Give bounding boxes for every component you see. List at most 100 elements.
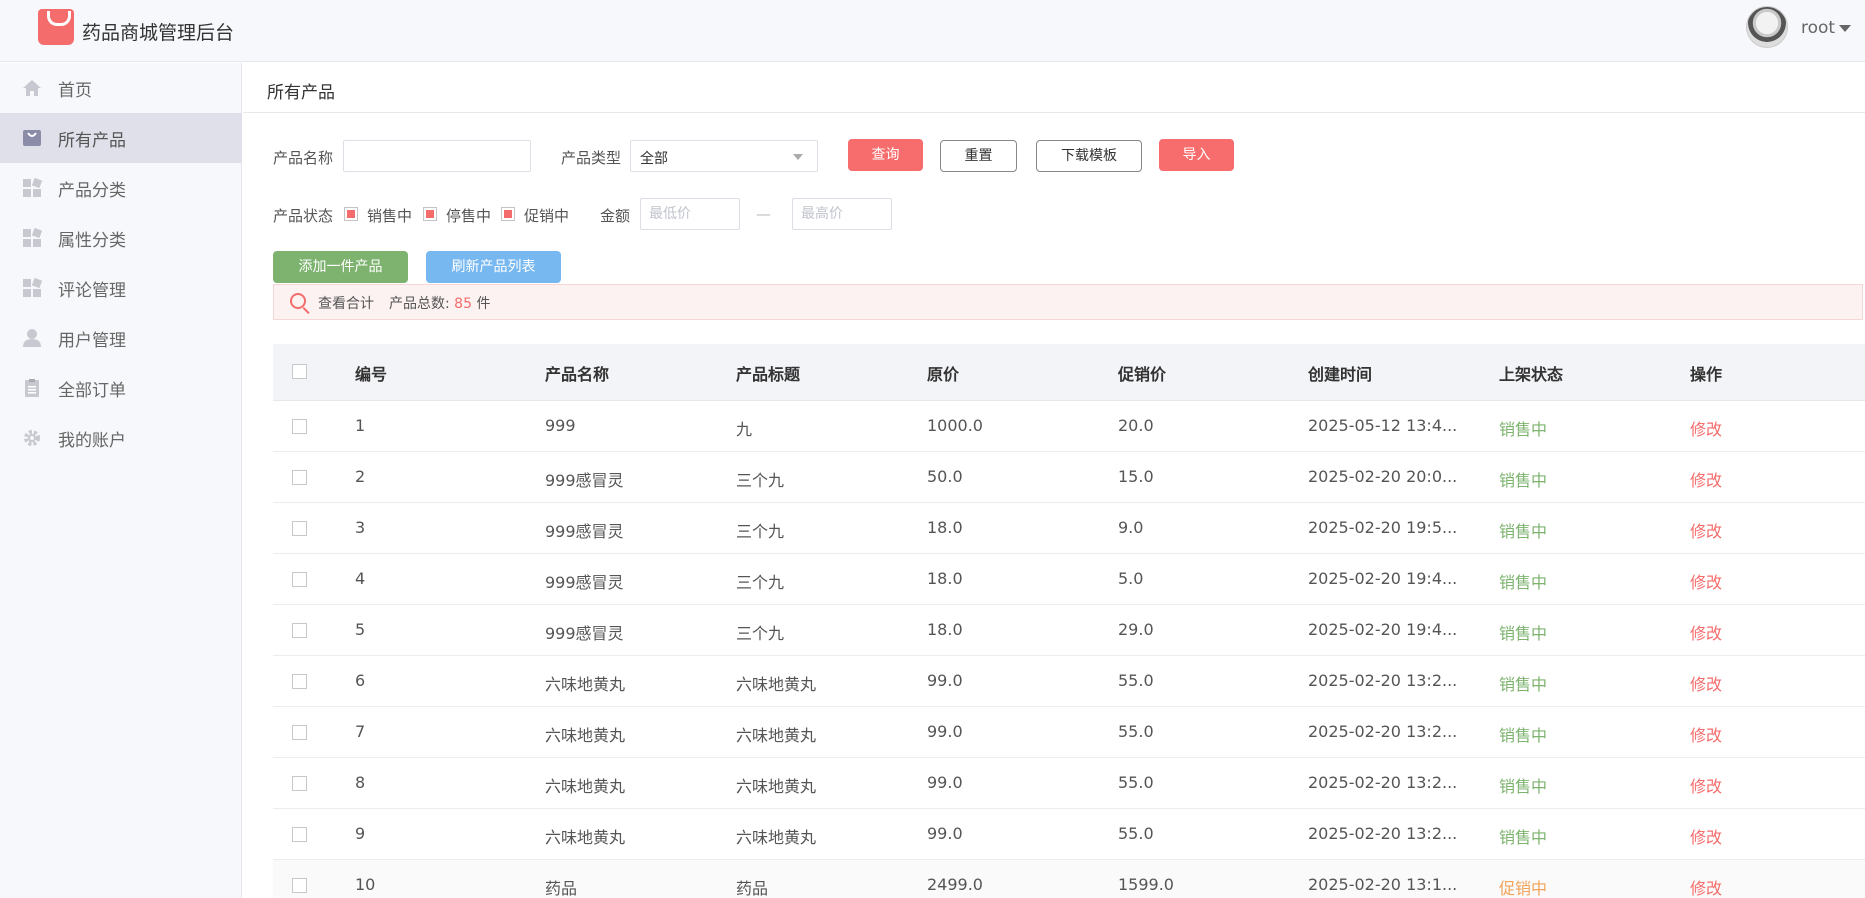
cell-promo-price: 15.0: [1118, 467, 1154, 486]
edit-link[interactable]: 修改: [1690, 875, 1722, 898]
cell-status: 销售中: [1499, 522, 1548, 541]
sidebar-item-all-orders[interactable]: 全部订单: [0, 363, 242, 413]
search-button[interactable]: 查询: [848, 139, 923, 171]
cell-status: 销售中: [1499, 471, 1548, 490]
cell-created: 2025-02-20 19:4...: [1308, 620, 1458, 639]
cell-status: 销售中: [1499, 624, 1548, 643]
cell-price: 99.0: [927, 773, 963, 792]
column-header-name[interactable]: 产品名称: [545, 361, 609, 385]
column-header-created[interactable]: 创建时间: [1308, 361, 1372, 385]
cell-name: 999感冒灵: [545, 471, 624, 490]
refresh-product-list-button[interactable]: 刷新产品列表: [426, 251, 561, 283]
edit-link[interactable]: 修改: [1690, 824, 1722, 848]
column-header-promo-price[interactable]: 促销价: [1118, 361, 1166, 385]
product-name-input[interactable]: [343, 140, 531, 172]
cell-id: 5: [355, 620, 366, 639]
chevron-down-icon[interactable]: [1839, 25, 1851, 32]
cell-price: 99.0: [927, 824, 963, 843]
status-off-sale-checkbox[interactable]: [423, 207, 437, 221]
sidebar-item-home[interactable]: 首页: [0, 63, 242, 113]
add-product-button[interactable]: 添加一件产品: [273, 251, 408, 283]
product-name-label: 产品名称: [273, 149, 334, 167]
price-range-dash: —: [756, 205, 771, 223]
cell-created: 2025-02-20 13:2...: [1308, 722, 1458, 741]
cell-status: 销售中: [1499, 828, 1548, 847]
row-checkbox[interactable]: [292, 827, 307, 842]
grid-icon: [23, 228, 42, 247]
edit-link[interactable]: 修改: [1690, 620, 1722, 644]
cell-created: 2025-02-20 19:4...: [1308, 569, 1458, 588]
edit-link[interactable]: 修改: [1690, 416, 1722, 440]
total-count-value: 85: [454, 296, 472, 312]
cell-price: 2499.0: [927, 875, 983, 894]
cell-status: 销售中: [1499, 420, 1548, 439]
row-checkbox[interactable]: [292, 419, 307, 434]
gear-icon: [24, 430, 40, 446]
edit-link[interactable]: 修改: [1690, 773, 1722, 797]
min-price-input[interactable]: [640, 198, 740, 230]
row-checkbox[interactable]: [292, 572, 307, 587]
cell-name: 999感冒灵: [545, 522, 624, 541]
column-header-actions: 操作: [1690, 365, 1723, 384]
sidebar-item-attribute-category[interactable]: 属性分类: [0, 213, 242, 263]
cell-id: 1: [355, 416, 366, 435]
user-avatar[interactable]: [1746, 6, 1788, 48]
status-promo-checkbox[interactable]: [501, 207, 515, 221]
cell-title: 六味地黄丸: [736, 828, 817, 847]
row-checkbox[interactable]: [292, 878, 307, 893]
sidebar: 首页 所有产品 产品分类 属性分类 评论管理 用户管理 全部订单 我的账户: [0, 63, 242, 898]
sidebar-item-user-management[interactable]: 用户管理: [0, 313, 242, 363]
cell-status: 销售中: [1499, 726, 1548, 745]
edit-link[interactable]: 修改: [1690, 467, 1722, 491]
cell-title: 六味地黄丸: [736, 777, 817, 796]
cell-id: 6: [355, 671, 366, 690]
reset-button[interactable]: 重置: [940, 140, 1017, 172]
sidebar-item-label: 我的账户: [58, 431, 126, 451]
row-checkbox[interactable]: [292, 470, 307, 485]
row-checkbox[interactable]: [292, 521, 307, 536]
row-checkbox[interactable]: [292, 776, 307, 791]
product-type-select[interactable]: 全部: [630, 140, 818, 172]
table-row: 2 999感冒灵 三个九 50.0 15.0 2025-02-20 20:0... 销售中 修…: [273, 452, 1865, 503]
table-row: 3 999感冒灵 三个九 18.0 9.0 2025-02-20 19:5... 销售中 修改: [273, 503, 1865, 554]
table-row: 9 六味地黄丸 六味地黄丸 99.0 55.0 2025-02-20 13:2... 销售中…: [273, 809, 1865, 860]
total-count-label: 产品总数:: [389, 296, 450, 312]
select-all-checkbox[interactable]: [292, 364, 307, 379]
row-checkbox[interactable]: [292, 623, 307, 638]
cell-title: 六味地黄丸: [736, 675, 817, 694]
row-checkbox[interactable]: [292, 725, 307, 740]
row-checkbox[interactable]: [292, 674, 307, 689]
column-header-title[interactable]: 产品标题: [736, 361, 800, 385]
cell-id: 9: [355, 824, 366, 843]
edit-link[interactable]: 修改: [1690, 518, 1722, 542]
max-price-input[interactable]: [792, 198, 892, 230]
edit-link[interactable]: 修改: [1690, 722, 1722, 746]
cell-id: 3: [355, 518, 366, 537]
sidebar-item-label: 首页: [58, 81, 92, 101]
download-template-button[interactable]: 下载模板: [1036, 140, 1142, 172]
column-header-price[interactable]: 原价: [927, 361, 959, 385]
cell-created: 2025-02-20 20:0...: [1308, 467, 1458, 486]
edit-link[interactable]: 修改: [1690, 671, 1722, 695]
cell-created: 2025-02-20 13:2...: [1308, 773, 1458, 792]
cell-name: 999感冒灵: [545, 624, 624, 643]
sidebar-item-my-account[interactable]: 我的账户: [0, 413, 242, 463]
user-menu-name[interactable]: root: [1801, 18, 1835, 38]
sidebar-item-product-category[interactable]: 产品分类: [0, 163, 242, 213]
page-title: 所有产品: [267, 83, 335, 103]
cell-promo-price: 9.0: [1118, 518, 1144, 537]
sidebar-item-all-products[interactable]: 所有产品: [0, 113, 242, 163]
edit-link[interactable]: 修改: [1690, 569, 1722, 593]
status-on-sale-checkbox[interactable]: [344, 207, 358, 221]
import-button[interactable]: 导入: [1159, 139, 1234, 171]
column-header-id[interactable]: 编号: [355, 361, 387, 385]
cell-id: 7: [355, 722, 366, 741]
cell-promo-price: 5.0: [1118, 569, 1144, 588]
column-header-status[interactable]: 上架状态: [1499, 361, 1563, 385]
sidebar-item-review-management[interactable]: 评论管理: [0, 263, 242, 313]
product-type-selected: 全部: [640, 151, 668, 167]
cell-title: 九: [736, 420, 753, 439]
cell-id: 2: [355, 467, 366, 486]
sidebar-item-label: 用户管理: [58, 331, 126, 351]
cell-status: 销售中: [1499, 573, 1548, 592]
